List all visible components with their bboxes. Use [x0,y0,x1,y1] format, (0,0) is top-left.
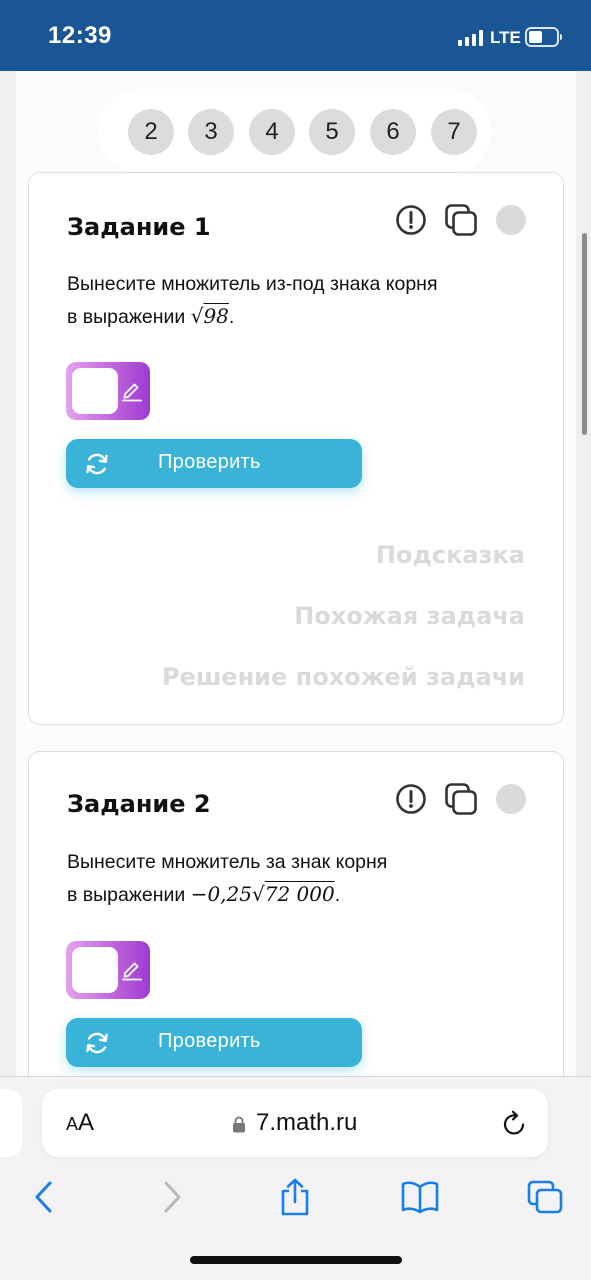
forward-icon[interactable] [152,1177,192,1217]
copy-icon[interactable] [444,782,478,816]
status-time: 12:39 [48,22,112,49]
answer-input[interactable] [72,947,118,993]
status-bar: 12:39 LTE [0,0,591,71]
url-text: 7.math.ru [256,1109,358,1136]
exclamation-circle-icon[interactable] [394,203,428,237]
check-button-label: Проверить [158,1030,261,1052]
exclamation-circle-icon[interactable] [394,782,428,816]
math-expression: √98 [190,304,229,328]
reload-icon[interactable] [502,1110,528,1138]
check-button[interactable]: Проверить [66,439,362,488]
back-icon[interactable] [24,1177,64,1217]
answer-field[interactable] [66,362,150,420]
pencil-icon [122,383,142,402]
task-text-line-1: Вынесите множитель за знак корня [67,851,388,873]
status-dot [496,205,526,235]
previous-tab-preview[interactable] [0,1089,22,1157]
battery-icon [525,27,562,47]
page-margin-right [576,71,591,1076]
task-text-line-2: в выражении √98. [67,300,527,333]
hint-link[interactable]: Подсказка [376,541,525,569]
task-text-suffix: . [228,306,235,328]
task-text-line-2: в выражении −0,25√72 000. [67,878,527,911]
radicand: 98 [203,304,229,328]
task-text-line-1: Вынесите множитель из-под знака корня [67,273,438,295]
answer-input[interactable] [72,368,118,414]
page-button-5[interactable]: 5 [309,109,355,155]
answer-field[interactable] [66,941,150,999]
share-icon[interactable] [275,1177,315,1217]
lock-icon [233,1116,245,1133]
task-card-1: Задание 1 Вынесите множитель из-под знак… [28,172,564,725]
task-text-suffix: . [334,884,341,906]
page-button-6[interactable]: 6 [370,109,416,155]
network-type: LTE [490,28,521,47]
page-button-4[interactable]: 4 [249,109,295,155]
similar-task-link[interactable]: Похожая задача [294,602,525,630]
pencil-icon [122,962,142,981]
refresh-icon [86,1032,108,1054]
page-button-2[interactable]: 2 [128,109,174,155]
similar-solution-link[interactable]: Решение похожей задачи [162,663,525,691]
task-title: Задание 2 [67,790,211,818]
math-expression: −0,25√72 000 [190,882,335,906]
page-viewport[interactable]: 2 3 4 5 6 7 Задание 1 Вынесите множитель… [0,71,591,1076]
task-title: Задание 1 [67,213,211,241]
signal-icon [458,30,484,46]
text-size-button[interactable]: AA [66,1109,94,1137]
task-text-prefix: в выражении [67,306,191,328]
radicand: 72 000 [264,882,335,906]
tabs-icon[interactable] [525,1177,565,1217]
math-coefficient: −0,25 [190,882,252,906]
page-button-7[interactable]: 7 [431,109,477,155]
task-text-prefix: в выражении [67,884,191,906]
task-statement: Вынесите множитель за знак корня в выраж… [67,846,527,911]
task-card-2: Задание 2 Вынесите множитель за знак кор… [28,751,564,1076]
bookmarks-icon[interactable] [400,1177,440,1217]
task-statement: Вынесите множитель из-под знака корня в … [67,268,527,333]
copy-icon[interactable] [444,203,478,237]
refresh-icon [86,453,108,475]
page-button-3[interactable]: 3 [188,109,234,155]
check-button[interactable]: Проверить [66,1018,362,1067]
address-bar[interactable]: AA 7.math.ru [42,1089,548,1157]
page-margin-left [0,71,16,1076]
browser-toolbar: AA 7.math.ru [0,1076,591,1280]
scrollbar[interactable] [582,233,587,435]
home-indicator[interactable] [190,1256,402,1264]
task-pagination: 2 3 4 5 6 7 [98,89,491,173]
status-dot [496,784,526,814]
check-button-label: Проверить [158,451,261,473]
